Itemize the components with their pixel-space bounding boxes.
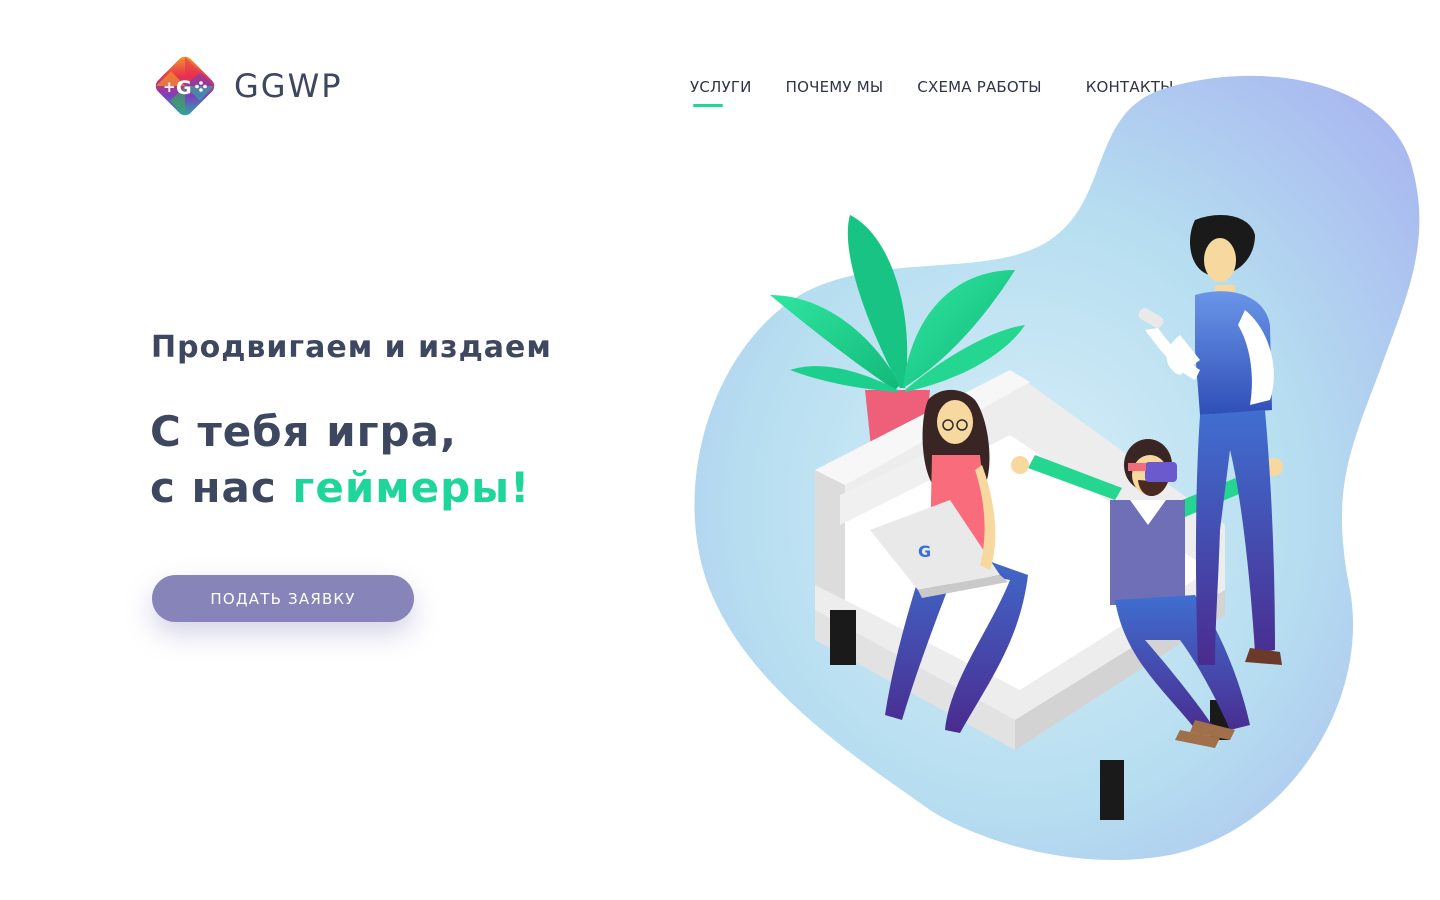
headline-accent: геймеры! <box>292 463 531 512</box>
hero-subtitle: Продвигаем и издаем <box>151 330 552 365</box>
brand-name: GGWP <box>234 67 343 105</box>
apply-button[interactable]: ПОДАТЬ ЗАЯВКУ <box>152 575 414 622</box>
logo-link[interactable]: + G GGWP <box>150 51 343 121</box>
svg-text:G: G <box>176 77 192 99</box>
laptop-logo: G <box>918 542 931 561</box>
gamepad-logo-icon: + G <box>155 56 215 116</box>
landing-page: + G GGWP УСЛУГИ ПОЧЕМУ МЫ СХЕМА РАБОТЫ К… <box>0 0 1440 900</box>
hero-illustration: G <box>694 75 1420 861</box>
hero-headline: С тебя игра, с нас геймеры! <box>150 404 530 516</box>
headline-line-2-prefix: с нас <box>150 463 293 512</box>
vr-headset-icon <box>1145 462 1177 482</box>
headline-line-1: С тебя игра, <box>150 407 457 456</box>
svg-text:+: + <box>163 78 176 96</box>
